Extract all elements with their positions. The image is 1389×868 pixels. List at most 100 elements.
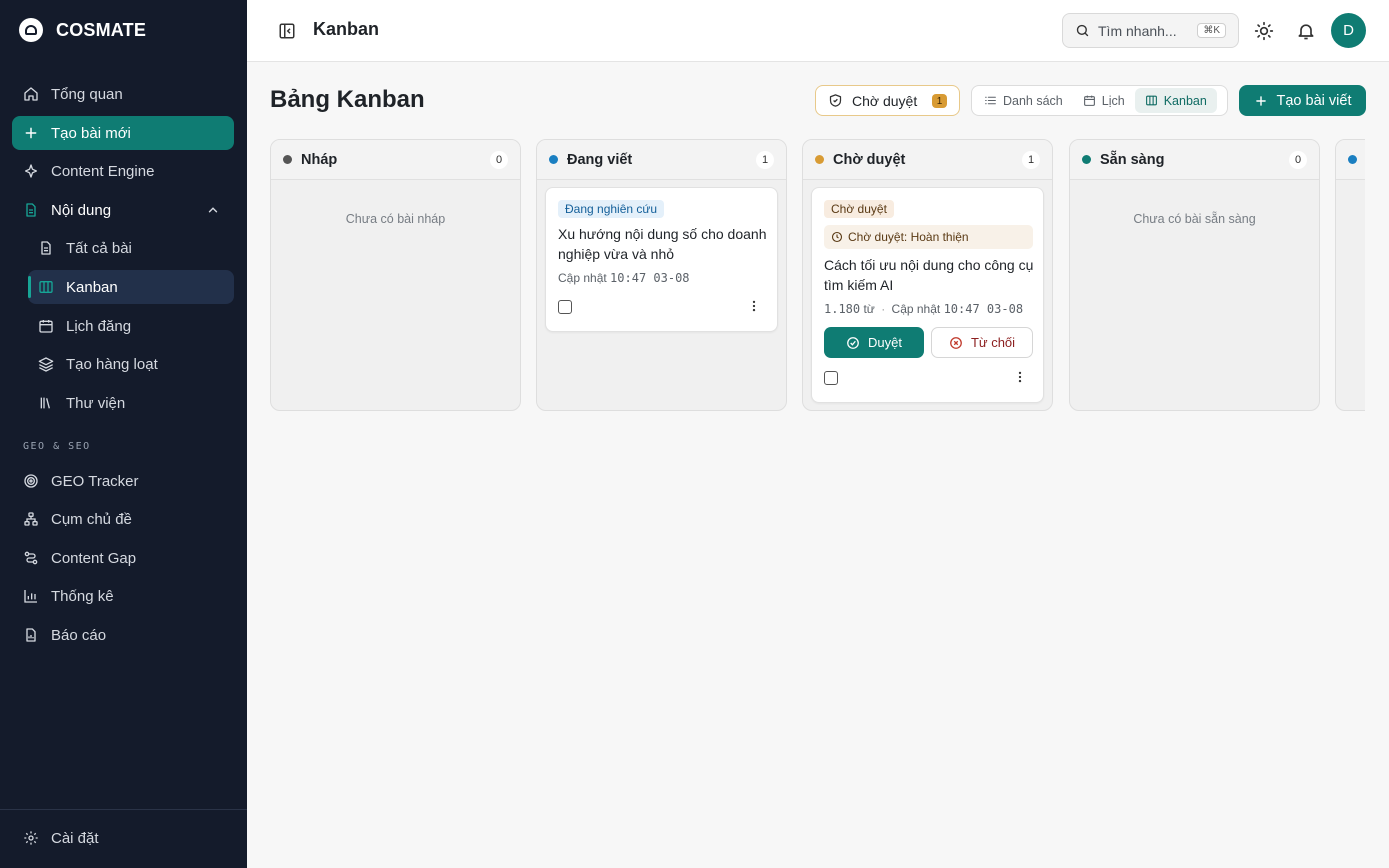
sidebar-item-settings[interactable]: Cài đặt <box>12 821 234 855</box>
status-dot <box>815 155 824 164</box>
view-list-label: Danh sách <box>1003 93 1063 108</box>
approve-label: Duyệt <box>868 335 902 350</box>
column-title: Nháp <box>301 151 338 168</box>
sidebar-item-label: Tạo hàng loạt <box>66 355 158 373</box>
column-title: Sẵn sàng <box>1100 151 1165 168</box>
library-icon <box>40 397 50 409</box>
sidebar-item-geo-tracker[interactable]: GEO Tracker <box>12 464 234 498</box>
route-icon <box>24 551 38 565</box>
pending-review-label: Chờ duyệt <box>852 92 918 109</box>
status-tag: Chờ duyệt <box>824 200 894 218</box>
calendar-icon <box>39 320 53 333</box>
sidebar: COSMATE Tổng quan Tạo bài mới Content En… <box>0 0 247 868</box>
sidebar-item-statistics[interactable]: Thống kê <box>12 579 234 613</box>
column-count: 1 <box>756 151 774 169</box>
kanban-column-ready: Sẵn sàng 0 Chưa có bài sẵn sàng <box>1069 139 1320 411</box>
pending-review-button[interactable]: Chờ duyệt 1 <box>815 85 960 116</box>
card-select-checkbox[interactable] <box>558 300 572 314</box>
brand-name: COSMATE <box>56 19 147 40</box>
quick-search-input[interactable]: Tìm nhanh... ⌘K <box>1062 13 1239 48</box>
sidebar-item-label: Thư viện <box>66 394 126 412</box>
kanban-card[interactable]: Chờ duyệt Chờ duyệt: Hoàn thiện Cách tối… <box>811 187 1044 403</box>
sidebar-item-label: Nội dung <box>51 201 112 219</box>
pending-count-badge: 1 <box>932 94 947 108</box>
list-icon <box>985 96 996 105</box>
view-calendar-label: Lịch <box>1101 93 1125 108</box>
column-title: Chờ duyệt <box>833 151 906 168</box>
sidebar-item-label: Kanban <box>66 278 118 296</box>
sidebar-item-label: Tổng quan <box>51 85 123 103</box>
theme-toggle-sun-icon[interactable] <box>1254 21 1274 41</box>
approve-button[interactable]: Duyệt <box>824 327 924 358</box>
card-select-checkbox[interactable] <box>824 371 838 385</box>
notification-bell-icon[interactable] <box>1296 21 1316 41</box>
x-circle-icon <box>950 336 962 349</box>
status-dot <box>1348 155 1357 164</box>
column-header: Chờ duyệt 1 <box>803 140 1052 180</box>
sidebar-item-content-gap[interactable]: Content Gap <box>12 541 234 575</box>
check-circle-icon <box>847 336 859 349</box>
updated-prefix: Cập nhật <box>891 302 941 316</box>
sidebar-item-topic-clusters[interactable]: Cụm chủ đề <box>12 502 234 536</box>
sidebar-item-reports[interactable]: Báo cáo <box>12 618 234 652</box>
review-stage-banner: Chờ duyệt: Hoàn thiện <box>824 225 1033 249</box>
page-title: Bảng Kanban <box>270 86 425 113</box>
sidebar-item-kanban[interactable]: Kanban <box>28 270 234 304</box>
card-updated: Cập nhật 10:47 03-08 <box>558 271 690 285</box>
status-dot <box>1082 155 1091 164</box>
card-meta: 1.180 từ · Cập nhật 10:47 03-08 <box>824 302 1023 316</box>
more-options-icon[interactable] <box>747 299 761 313</box>
view-list-tab[interactable]: Danh sách <box>974 88 1073 113</box>
sparkle-icon <box>25 164 37 178</box>
view-switcher: Danh sách Lịch Kanban <box>971 85 1228 116</box>
kanban-column-next <box>1335 139 1365 411</box>
shield-check-icon <box>829 94 842 107</box>
column-count: 0 <box>490 151 508 169</box>
sidebar-item-content-engine[interactable]: Content Engine <box>12 154 234 188</box>
gear-icon <box>24 831 38 845</box>
file-icon <box>41 241 51 255</box>
reject-button[interactable]: Từ chối <box>931 327 1033 358</box>
kanban-card[interactable]: Đang nghiên cứu Xu hướng nội dung số cho… <box>545 187 778 332</box>
sidebar-item-overview[interactable]: Tổng quan <box>12 77 234 111</box>
column-header <box>1336 140 1365 180</box>
column-empty-text: Chưa có bài nháp <box>345 212 446 226</box>
kanban-icon <box>1145 95 1157 106</box>
brand[interactable]: COSMATE <box>19 18 146 42</box>
create-post-button[interactable]: Tạo bài viết <box>1239 85 1366 116</box>
more-options-icon[interactable] <box>1013 370 1027 384</box>
home-icon <box>24 87 38 101</box>
view-calendar-tab[interactable]: Lịch <box>1073 88 1135 113</box>
plus-icon <box>25 127 37 139</box>
sidebar-item-library[interactable]: Thư viện <box>28 386 234 420</box>
sidebar-item-label: Content Engine <box>51 162 155 180</box>
sidebar-item-schedule[interactable]: Lịch đăng <box>28 309 234 343</box>
card-title[interactable]: Xu hướng nội dung số cho doanh nghiệp vừ… <box>558 225 768 264</box>
calendar-icon <box>1083 95 1095 106</box>
meta-separator: · <box>881 302 886 316</box>
sidebar-item-label: Báo cáo <box>51 626 107 644</box>
column-header: Đang viết 1 <box>537 140 786 180</box>
collapse-sidebar-icon[interactable] <box>278 22 296 40</box>
card-title[interactable]: Cách tối ưu nội dung cho công cụ tìm kiế… <box>824 256 1034 295</box>
network-icon <box>24 512 38 526</box>
section-label-geo-seo: GEO & SEO <box>23 441 91 452</box>
reject-label: Từ chối <box>970 335 1016 350</box>
sidebar-item-bulk-create[interactable]: Tạo hàng loạt <box>28 347 234 381</box>
view-kanban-label: Kanban <box>1163 93 1207 108</box>
review-stage-label: Chờ duyệt: Hoàn thiện <box>848 230 969 244</box>
clock-icon <box>831 231 843 243</box>
view-kanban-tab[interactable]: Kanban <box>1134 88 1217 113</box>
sidebar-item-all-posts[interactable]: Tất cả bài <box>28 231 234 265</box>
sidebar-item-create-post[interactable]: Tạo bài mới <box>12 116 234 150</box>
user-avatar[interactable]: D <box>1331 13 1366 48</box>
word-unit: từ <box>863 302 875 316</box>
status-dot <box>283 155 292 164</box>
target-icon <box>24 474 38 488</box>
column-title: Đang viết <box>567 151 633 168</box>
updated-time: 10:47 03-08 <box>610 271 690 285</box>
column-header: Nháp 0 <box>271 140 520 180</box>
sidebar-item-content[interactable]: Nội dung <box>12 193 234 227</box>
updated-prefix: Cập nhật <box>558 271 607 285</box>
chevron-up-icon[interactable] <box>206 203 220 217</box>
